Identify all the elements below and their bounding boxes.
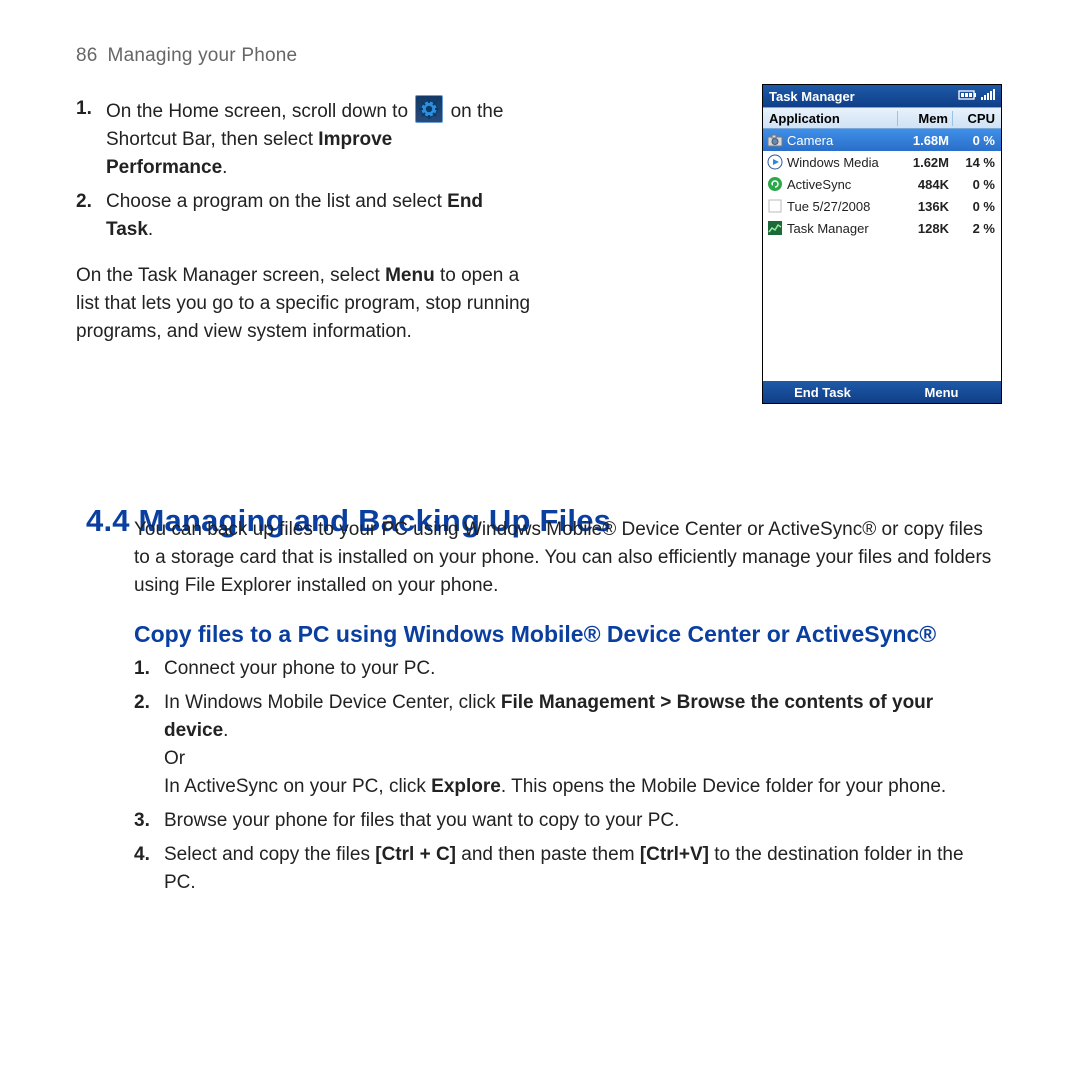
tm-column-headers: Application Mem CPU [763,107,1001,129]
step-text: In Windows Mobile Device Center, click F… [164,689,998,801]
tm-list: Camera 1.68M 0 % Windows Media 1.62M 14 … [763,129,1001,381]
tm-cpu: 0 % [953,177,1001,192]
tm-cpu: 2 % [953,221,1001,236]
tm-cpu: 0 % [953,199,1001,214]
signal-icon [981,89,995,104]
tm-row: Camera 1.68M 0 % [763,129,1001,151]
step-text: Connect your phone to your PC. [164,655,998,683]
tm-titlebar: Task Manager [763,85,1001,107]
tm-app-name: Windows Media [787,155,899,170]
tm-app-name: Camera [787,133,899,148]
step-number: 1. [134,655,156,683]
step-text: Choose a program on the list and select … [106,188,506,244]
tm-mem: 136K [899,199,953,214]
taskmgr-icon [767,220,783,236]
step-number: 2. [134,689,156,801]
tm-row: ActiveSync 484K 0 % [763,173,1001,195]
camera-icon [767,132,783,148]
step-text: On the Home screen, scroll down to [106,95,506,182]
step-text: Select and copy the files [Ctrl + C] and… [164,841,998,897]
tm-app-name: Tue 5/27/2008 [787,199,899,214]
step-text: Browse your phone for files that you wan… [164,807,998,835]
tm-softkey-right: Menu [882,385,1001,400]
step-number: 1. [76,95,98,182]
battery-icon [958,89,978,104]
tm-title: Task Manager [769,89,855,104]
tm-app-name: Task Manager [787,221,899,236]
sync-icon [767,176,783,192]
tm-cpu: 14 % [953,155,1001,170]
tm-mem: 1.62M [899,155,953,170]
gear-shortcut-icon [415,95,443,123]
tm-col-mem: Mem [897,111,952,126]
tm-mem: 1.68M [899,133,953,148]
tm-row: Windows Media 1.62M 14 % [763,151,1001,173]
running-header: 86 Managing your Phone [76,45,1004,67]
tm-row: Task Manager 128K 2 % [763,217,1001,239]
tm-mem: 128K [899,221,953,236]
top-steps-list: 1. On the Home screen, scroll down to [76,95,506,244]
wmp-icon [767,154,783,170]
tm-app-name: ActiveSync [787,177,899,192]
tm-softkey-left: End Task [763,385,882,400]
tm-menubar: End Task Menu [763,381,1001,403]
task-manager-screenshot: Task Manager Application Mem CPU Camera … [762,84,1002,404]
section-intro: You can back up files to your PC using W… [134,516,998,600]
step-number: 2. [76,188,98,244]
tm-row: Tue 5/27/2008 136K 0 % [763,195,1001,217]
tm-cpu: 0 % [953,133,1001,148]
blank-icon [767,198,783,214]
page-section-title: Managing your Phone [108,45,298,66]
tm-mem: 484K [899,177,953,192]
task-manager-note: On the Task Manager screen, select Menu … [76,262,542,346]
copy-steps-list: 1. Connect your phone to your PC. 2. In … [134,655,998,897]
tm-col-application: Application [763,111,897,126]
page-number: 86 [76,45,98,66]
step-number: 4. [134,841,156,897]
subsection-heading: Copy files to a PC using Windows Mobile®… [134,620,998,649]
step-number: 3. [134,807,156,835]
tm-col-cpu: CPU [952,111,1001,126]
